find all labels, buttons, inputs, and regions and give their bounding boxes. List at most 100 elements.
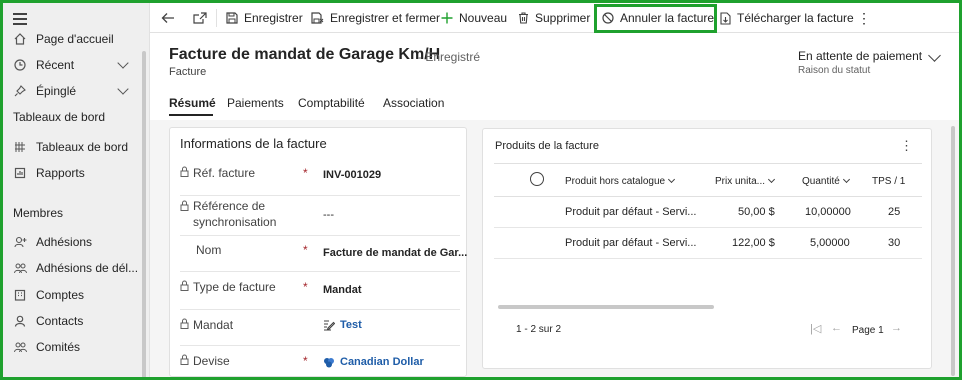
field-label-text: Mandat xyxy=(193,318,234,332)
sidebar-scrollbar[interactable] xyxy=(142,51,146,377)
required-mark: * xyxy=(303,280,308,294)
field-label: Type de facture xyxy=(180,280,276,294)
sidebar-item-label: Tableaux de bord xyxy=(36,140,129,154)
sidebar-item-accounts[interactable]: Comptes xyxy=(3,283,143,307)
main-scrollbar[interactable] xyxy=(951,126,955,376)
entity-name: Facture xyxy=(169,66,207,78)
save-button[interactable]: Enregistrer xyxy=(226,3,303,33)
hamburger-menu-icon[interactable] xyxy=(13,13,27,25)
more-vertical-icon: ⋮ xyxy=(857,9,871,26)
sidebar-item-dashboards[interactable]: Tableaux de bord xyxy=(3,135,143,159)
lock-icon xyxy=(180,318,189,329)
download-invoice-button[interactable]: Télécharger la facture xyxy=(720,3,854,33)
dashboard-icon xyxy=(13,140,27,154)
chevron-down-icon[interactable] xyxy=(117,57,129,69)
pin-icon xyxy=(13,84,27,98)
highlight-frame xyxy=(594,4,717,33)
select-all-radio[interactable] xyxy=(530,172,544,186)
save-status: - Enregistré xyxy=(418,50,481,64)
table-cell-tps: 30 xyxy=(888,237,901,249)
name-value[interactable]: Facture de mandat de Gar... xyxy=(323,247,467,259)
save-close-icon xyxy=(311,12,324,24)
first-page-icon[interactable]: |◁ xyxy=(810,322,821,335)
plus-icon xyxy=(441,12,453,24)
trash-icon xyxy=(518,12,529,24)
clock-icon xyxy=(13,58,27,72)
tab-accounting[interactable]: Comptabilité xyxy=(298,96,365,110)
save-icon xyxy=(226,12,238,24)
sidebar-item-recent[interactable]: Récent xyxy=(3,53,143,77)
sidebar-item-label: Comptes xyxy=(36,288,85,302)
status-reason-label: Raison du statut xyxy=(798,65,871,76)
edit-document-icon xyxy=(323,319,335,331)
required-mark: * xyxy=(303,166,308,180)
table-cell-quantity: 5,00000 xyxy=(810,237,850,249)
column-header-tps[interactable]: TPS / 1 xyxy=(872,176,905,187)
sidebar-item-adhesions[interactable]: Adhésions xyxy=(3,230,143,254)
sidebar-item-committees[interactable]: Comités xyxy=(3,335,143,359)
delete-button[interactable]: Supprimer xyxy=(518,3,590,33)
open-new-window-button[interactable] xyxy=(193,3,213,33)
tab-payments[interactable]: Paiements xyxy=(227,96,284,110)
sidebar-item-pinned[interactable]: Épinglé xyxy=(3,79,143,103)
currency-link[interactable]: Canadian Dollar xyxy=(323,356,424,368)
lock-icon xyxy=(180,166,189,177)
table-cell-quantity: 10,00000 xyxy=(805,206,851,218)
required-mark: * xyxy=(303,354,308,368)
chevron-down-icon xyxy=(668,175,676,184)
sidebar-item-adhesions-delegues[interactable]: Adhésions de dél... xyxy=(3,256,143,280)
save-close-button[interactable]: Enregistrer et fermer xyxy=(311,3,440,33)
products-title: Produits de la facture xyxy=(495,140,599,152)
chevron-down-icon xyxy=(767,175,776,184)
status-reason-value[interactable]: En attente de paiement xyxy=(798,49,922,63)
people-group-icon xyxy=(13,261,27,275)
sync-ref-value[interactable]: --- xyxy=(323,209,334,221)
people-group-icon xyxy=(13,340,27,354)
column-header-label: Quantité xyxy=(802,176,840,187)
building-icon xyxy=(13,288,27,302)
field-row-currency: Devise * Canadian Dollar xyxy=(180,346,460,380)
table-cell-product[interactable]: Produit par défaut - Servi... xyxy=(565,237,696,249)
table-row-divider xyxy=(494,258,922,259)
horizontal-scrollbar[interactable] xyxy=(498,305,714,309)
back-button[interactable] xyxy=(161,3,181,33)
chevron-down-icon[interactable] xyxy=(117,83,129,95)
invoice-info-title: Informations de la facture xyxy=(180,136,327,151)
more-vertical-icon[interactable]: ⋮ xyxy=(900,138,913,154)
section-header-dashboards: Tableaux de bord xyxy=(13,110,106,124)
table-cell-tps: 25 xyxy=(888,206,901,218)
open-window-icon xyxy=(193,12,207,24)
sidebar-item-reports[interactable]: Rapports xyxy=(3,161,143,185)
sidebar-item-label: Contacts xyxy=(36,314,84,328)
invoice-type-value[interactable]: Mandat xyxy=(323,284,362,296)
sidebar-item-label: Adhésions de dél... xyxy=(36,261,139,275)
tab-association[interactable]: Association xyxy=(383,96,444,110)
mandate-link[interactable]: Test xyxy=(323,319,362,331)
tab-summary[interactable]: Résumé xyxy=(169,96,216,110)
field-label: Mandat xyxy=(180,318,233,332)
invoice-ref-value[interactable]: INV-001029 xyxy=(323,169,381,181)
new-button[interactable]: Nouveau xyxy=(441,3,507,33)
table-cell-price: 122,00 $ xyxy=(732,237,775,249)
field-label: Devise xyxy=(180,354,230,368)
chevron-down-icon[interactable] xyxy=(928,49,941,62)
column-header-price[interactable]: Prix unita... xyxy=(715,175,776,187)
page-title: Facture de mandat de Garage Km/H xyxy=(169,46,441,63)
sidebar-item-home[interactable]: Page d'accueil xyxy=(3,27,143,51)
column-header-quantity[interactable]: Quantité xyxy=(802,175,850,187)
field-row-invoice-type: Type de facture * Mandat xyxy=(180,272,460,310)
document-download-icon xyxy=(720,11,731,25)
record-count: 1 - 2 sur 2 xyxy=(516,324,562,335)
currency-icon xyxy=(323,356,335,368)
column-header-label: Prix unita... xyxy=(715,176,766,187)
field-row-name: Nom * Facture de mandat de Gar... xyxy=(180,236,467,272)
table-cell-price: 50,00 $ xyxy=(738,206,775,218)
table-cell-product[interactable]: Produit par défaut - Servi... xyxy=(565,206,696,218)
field-label: Réf. facture xyxy=(180,166,255,180)
section-header-members: Membres xyxy=(13,206,64,220)
more-commands-button[interactable]: ⋮ xyxy=(857,3,871,33)
sidebar-item-contacts[interactable]: Contacts xyxy=(3,309,143,333)
next-page-icon[interactable]: → xyxy=(891,322,902,334)
column-header-product[interactable]: Produit hors catalogue xyxy=(565,175,676,187)
previous-page-icon[interactable]: ← xyxy=(831,322,842,334)
